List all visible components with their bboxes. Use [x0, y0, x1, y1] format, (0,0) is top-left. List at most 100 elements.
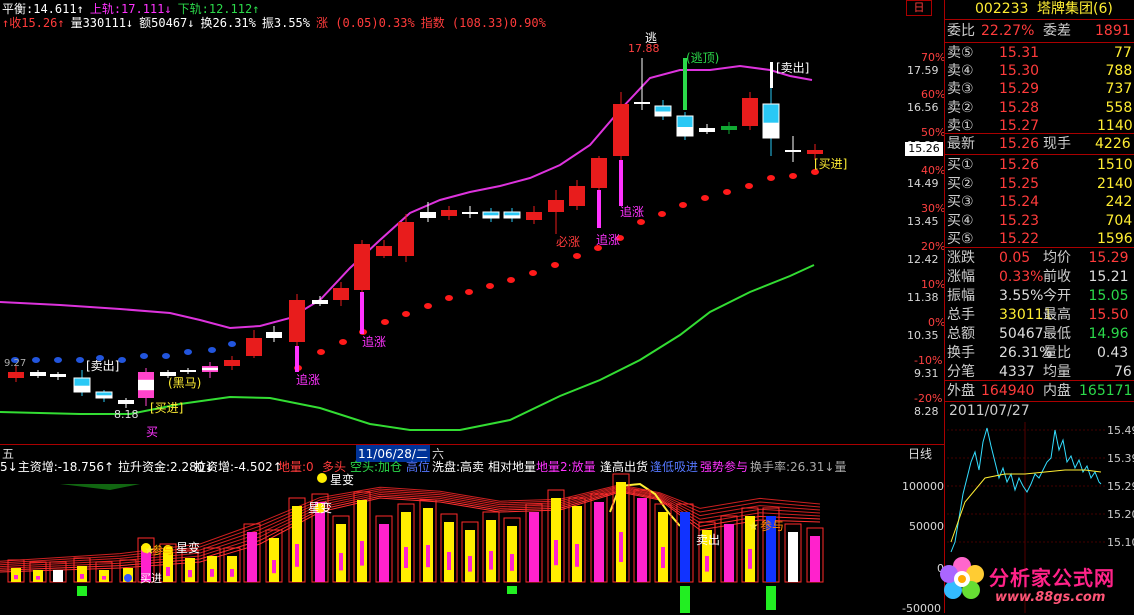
xing-bian-label: 星变: [330, 472, 354, 487]
watermark: 分析家公式网 www.88gs.com: [935, 552, 1134, 612]
bi-zhang-label: 必涨: [556, 234, 580, 249]
volume-bar-inner: [80, 574, 84, 579]
negative-bar: [766, 586, 776, 610]
waipan-label: 外盘: [947, 383, 975, 399]
sar-dot: [465, 289, 473, 295]
neipan-value: 165171: [1079, 383, 1133, 399]
candle-body: [30, 372, 46, 376]
period-tag[interactable]: 日: [906, 0, 932, 16]
zhui-zhang-marker: [619, 160, 623, 206]
volume-bar-inner: [295, 544, 299, 567]
indicator-value-6: 高位: [406, 460, 431, 472]
sar-dot: [381, 319, 389, 325]
volume-bar: [724, 524, 734, 582]
candle-body: [266, 332, 282, 338]
zhui-zhang-label: 追涨: [296, 372, 320, 387]
candle-body: [634, 102, 650, 104]
volume-bar: [788, 532, 798, 582]
volume-indicator-chart[interactable]: 星变星变星变参与参与卖出买进★★: [0, 472, 906, 613]
zhui-zhang-label: 追涨: [596, 232, 620, 247]
star-icon: ★: [144, 543, 155, 557]
pct-tick: 60%: [921, 88, 946, 101]
volume-bar-inner: [748, 549, 752, 569]
current-price-marker: 15.26: [905, 142, 943, 156]
zhui-zhang-marker: [295, 346, 299, 372]
sar-dot: [76, 357, 84, 363]
candle-body: [180, 370, 196, 372]
period-label[interactable]: 日线: [908, 445, 932, 462]
mai-chu-label: 卖出: [696, 533, 720, 547]
indicator-value-11: 逢低吸进: [650, 460, 699, 472]
candle-body: [333, 288, 349, 300]
sar-dot: [402, 311, 410, 317]
candle-body: [742, 98, 758, 126]
zhui-zhang-marker: [597, 190, 601, 228]
bottom-mark-label: 买: [146, 425, 158, 439]
volume-bar-inner: [210, 569, 214, 577]
xing-bian-label: 星变: [308, 500, 332, 515]
intraday-date: 2011/07/27: [949, 403, 1030, 419]
quote-title: 002233 塔牌集团(6): [945, 0, 1134, 18]
candle-body-highlight: [202, 367, 218, 371]
volume-bar: [637, 498, 647, 582]
weibi-row: 委比 22.27% 委差 1891: [945, 20, 1134, 42]
indicator-value-2: 拉资增:-4.502↑: [194, 460, 283, 472]
price-tick: 8.28: [914, 405, 939, 418]
volume-bar: [680, 512, 690, 582]
intraday-price-tick: 15.29: [1107, 480, 1134, 493]
candle-body: [785, 150, 801, 152]
negative-bar: [507, 586, 517, 594]
date-bar: 五 11/06/28/二 六 日线: [0, 444, 944, 462]
indicator-value-12: 强势参与: [700, 460, 749, 472]
intraday-price-line: [950, 427, 1102, 553]
volume-bar-inner: [14, 575, 18, 580]
volume-bar-inner: [360, 541, 364, 566]
low-tick-label: 8.18: [114, 408, 139, 421]
sar-dot: [228, 341, 236, 347]
pct-tick: -10%: [914, 354, 943, 367]
current-volume-label: 现手: [1043, 136, 1071, 152]
intraday-price-tick: 15.10: [1107, 536, 1134, 549]
signal-dot: [124, 574, 132, 582]
black-horse-label: (黑马): [168, 376, 201, 390]
volume-bar-inner: [339, 553, 343, 571]
candle-body: [354, 244, 370, 290]
volume-bar: [529, 512, 539, 582]
sar-dot: [486, 283, 494, 289]
candle-body: [462, 212, 478, 214]
intraday-price-tick: 15.39: [1107, 452, 1134, 465]
buy-in-label: [买进]: [814, 157, 847, 171]
tao-ding-marker: [683, 58, 687, 110]
price-axis: 70%17.59 60%16.56 50% 15.26 40%14.49 30%13.45…: [906, 28, 946, 444]
upper-band-line: [0, 64, 813, 330]
volume-bar-inner: [705, 556, 709, 572]
pct-tick: 50%: [921, 126, 946, 139]
sar-dot: [54, 357, 62, 363]
watermark-url: www.88gs.com: [995, 590, 1106, 605]
sar-dot: [339, 339, 347, 345]
candle-body: [441, 210, 457, 216]
volume-bar-inner: [272, 560, 276, 574]
volume-bar-inner: [489, 551, 493, 570]
candle-body: [526, 212, 542, 220]
last-price: 15.26: [999, 136, 1040, 152]
pct-tick: 10%: [921, 278, 946, 291]
zhui-zhang-label: 追涨: [362, 334, 386, 349]
buy-in-label: [买进]: [150, 401, 183, 415]
sar-dot: [507, 277, 515, 283]
candle-body: [420, 212, 436, 218]
kline-chart[interactable]: 逃17.88(逃顶)[卖出][买进][卖出][买进](黑马) 追涨追涨追涨追涨必涨…: [0, 28, 906, 444]
price-tick: 12.42: [907, 253, 939, 266]
indicator-value-13: 换手率:26.31↓量: [750, 460, 847, 472]
last-trade-row: 最新 15.26 现手 4226: [945, 133, 1134, 155]
main-chart-header: 平衡:14.611↑ 上轨:17.111↓ 下轨:12.112↑ ↑收15.26↑ 量…: [2, 0, 552, 30]
negative-bar: [77, 586, 87, 596]
stock-name: 塔牌集团(6): [1037, 1, 1113, 17]
price-tick: 9.31: [914, 367, 939, 380]
volume-tick: 50000: [909, 520, 944, 533]
volume-bar-inner: [230, 569, 234, 577]
intraday-date-row: 2011/07/27: [945, 400, 1134, 422]
volume-bar-inner: [575, 544, 579, 567]
sar-dot: [679, 202, 687, 208]
sar-dot: [32, 357, 40, 363]
